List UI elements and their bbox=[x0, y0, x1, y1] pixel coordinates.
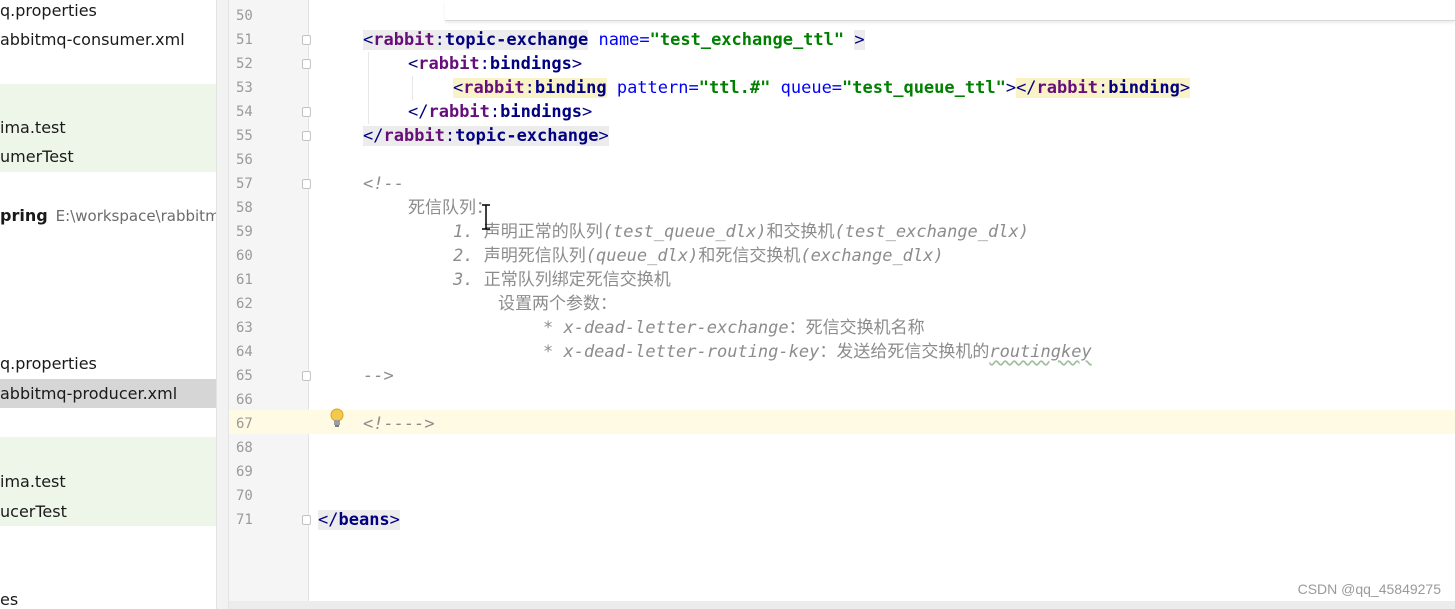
empty-comment: <!----> bbox=[363, 414, 435, 434]
indent-guide bbox=[368, 52, 369, 124]
tree-item-label: ucerTest bbox=[0, 502, 67, 521]
tree-item[interactable]: q.properties bbox=[0, 353, 97, 375]
code-line-53: <rabbit:binding pattern="ttl.#" queue="t… bbox=[453, 78, 1191, 98]
tree-item[interactable]: ima.test bbox=[0, 117, 66, 139]
code-line-52: <rabbit:bindings> bbox=[408, 54, 583, 74]
indent-guide bbox=[412, 76, 413, 100]
fold-marker[interactable] bbox=[302, 179, 311, 189]
line-number: 56 bbox=[236, 152, 253, 168]
tooltip-popup bbox=[445, 0, 1455, 21]
line-number: 68 bbox=[236, 440, 253, 456]
tree-item-label: umerTest bbox=[0, 147, 74, 166]
tree-item-label: ima.test bbox=[0, 118, 66, 137]
tree-item-selected[interactable]: abbitmq-producer.xml bbox=[0, 383, 177, 405]
code-line-71: </beans> bbox=[318, 510, 400, 530]
fold-marker[interactable] bbox=[302, 59, 311, 69]
comment-params-title: 设置两个参数： bbox=[498, 294, 617, 314]
panel-splitter[interactable] bbox=[216, 0, 229, 609]
line-number: 70 bbox=[236, 488, 253, 504]
tree-item-path: E:\workspace\rabbitm bbox=[55, 207, 216, 225]
exchange-name-value: "test_exchange_ttl" bbox=[649, 30, 845, 50]
tree-item[interactable]: abbitmq-consumer.xml bbox=[0, 29, 185, 51]
line-number: 66 bbox=[236, 392, 253, 408]
line-number: 61 bbox=[236, 272, 253, 288]
comment-param-1: * x-dead-letter-exchange：死信交换机名称 bbox=[543, 318, 925, 338]
comment-open: <!-- bbox=[363, 174, 404, 194]
comment-step-2: 2. 声明死信队列(queue_dlx)和死信交换机(exchange_dlx) bbox=[453, 246, 944, 266]
line-number: 62 bbox=[236, 296, 253, 312]
tree-module-item[interactable]: pring E:\workspace\rabbitm bbox=[0, 205, 216, 227]
code-line-55: </rabbit:topic-exchange> bbox=[363, 126, 609, 146]
line-number: 63 bbox=[236, 320, 253, 336]
line-number: 60 bbox=[236, 248, 253, 264]
tree-item-label: pring bbox=[0, 206, 48, 225]
tree-item-label: es bbox=[0, 590, 19, 609]
horizontal-scrollbar[interactable] bbox=[229, 601, 1455, 609]
text-cursor-icon bbox=[480, 204, 492, 230]
line-number: 64 bbox=[236, 344, 253, 360]
fold-marker[interactable] bbox=[302, 35, 311, 45]
comment-close: --> bbox=[363, 366, 394, 386]
fold-marker[interactable] bbox=[302, 107, 311, 117]
comment-step-3: 3. 正常队列绑定死信交换机 bbox=[453, 270, 671, 290]
tree-item[interactable]: ima.test bbox=[0, 471, 66, 493]
line-number: 65 bbox=[236, 368, 253, 384]
tree-item-label: q.properties bbox=[0, 1, 97, 20]
line-number: 55 bbox=[236, 128, 253, 144]
tree-item-label: ima.test bbox=[0, 472, 66, 491]
line-number: 59 bbox=[236, 224, 253, 240]
fold-marker[interactable] bbox=[302, 371, 311, 381]
comment-step-1: 1. 声明正常的队列(test_queue_dlx)和交换机(test_exch… bbox=[453, 222, 1029, 242]
tree-item[interactable]: q.properties bbox=[0, 0, 97, 22]
line-number: 69 bbox=[236, 464, 253, 480]
line-number: 57 bbox=[236, 176, 253, 192]
project-tree-panel: q.properties abbitmq-consumer.xml ima.te… bbox=[0, 0, 216, 609]
fold-marker[interactable] bbox=[302, 131, 311, 141]
comment-param-2: * x-dead-letter-routing-key：发送给死信交换机的rou… bbox=[543, 342, 1092, 362]
tree-item-label: abbitmq-consumer.xml bbox=[0, 30, 185, 49]
tree-item-label: q.properties bbox=[0, 354, 97, 373]
line-number: 58 bbox=[236, 200, 253, 216]
tree-item[interactable]: ucerTest bbox=[0, 501, 67, 523]
line-number: 52 bbox=[236, 56, 253, 72]
tree-item[interactable]: umerTest bbox=[0, 146, 74, 168]
code-line-51: <rabbit:topic-exchange name="test_exchan… bbox=[363, 30, 865, 50]
tree-item-label: abbitmq-producer.xml bbox=[0, 384, 178, 403]
line-number: 54 bbox=[236, 104, 253, 120]
binding-pattern-value: "ttl.#" bbox=[698, 78, 771, 98]
lightbulb-icon[interactable] bbox=[329, 408, 345, 428]
fold-marker[interactable] bbox=[302, 515, 311, 525]
code-line-54: </rabbit:bindings> bbox=[408, 102, 593, 122]
line-number: 51 bbox=[236, 32, 253, 48]
line-number: 67 bbox=[236, 416, 253, 432]
tree-item[interactable]: es bbox=[0, 589, 18, 609]
line-number: 53 bbox=[236, 80, 253, 96]
binding-queue-value: "test_queue_ttl" bbox=[842, 78, 1006, 98]
line-number: 71 bbox=[236, 512, 253, 528]
watermark: CSDN @qq_45849275 bbox=[1297, 581, 1441, 597]
line-number: 50 bbox=[236, 8, 253, 24]
